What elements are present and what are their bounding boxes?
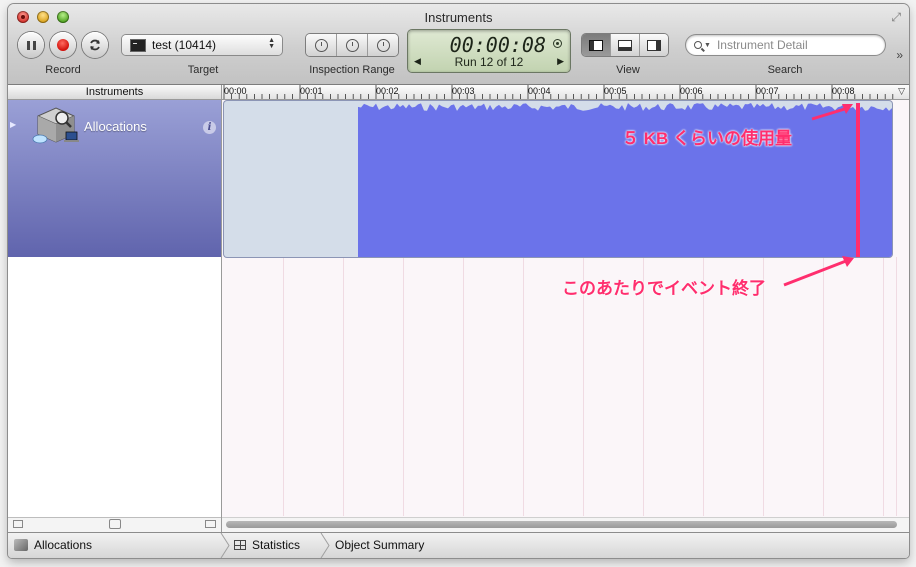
- annotation-usage-text: ５ KB くらいの使用量: [622, 129, 792, 148]
- annotation-overlay: [783, 103, 860, 287]
- annotation-arrow-usage: [811, 106, 849, 121]
- annotation-arrow-event-end: [783, 259, 847, 287]
- annotation-event-end-text: このあたりでイベント終了: [562, 279, 766, 298]
